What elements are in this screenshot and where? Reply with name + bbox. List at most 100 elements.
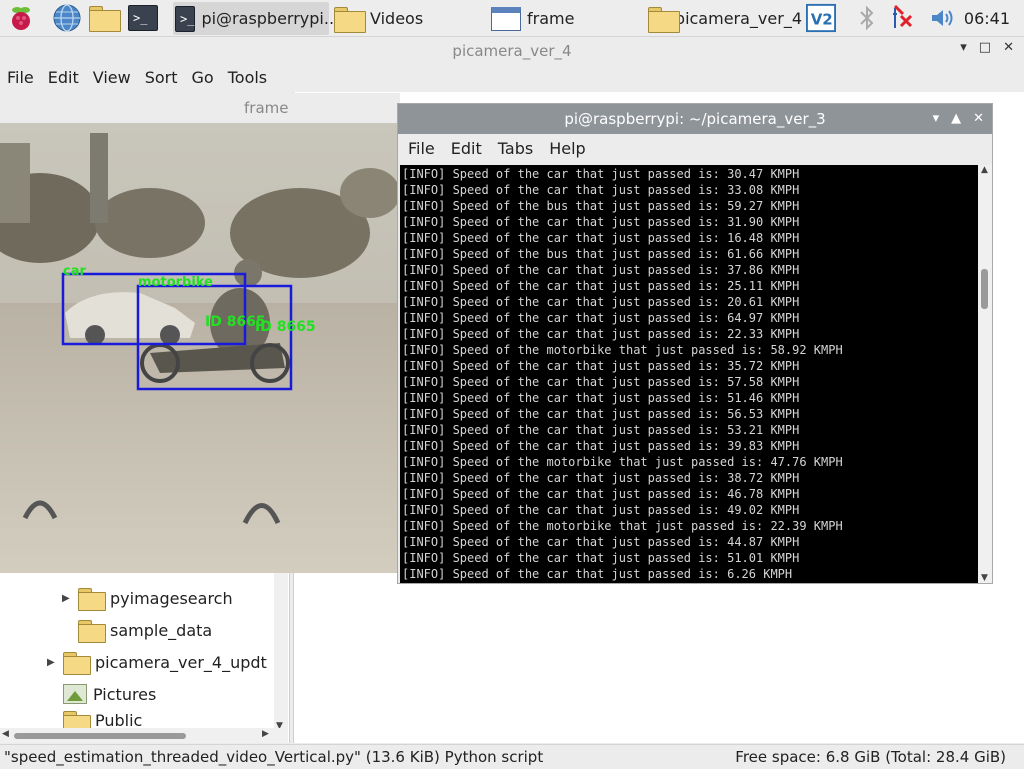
terminal-output[interactable]: [INFO] Speed of the car that just passed… bbox=[400, 165, 978, 583]
folder-icon bbox=[78, 619, 106, 643]
close-icon[interactable]: ✕ bbox=[1003, 40, 1014, 55]
tree-item-label: picamera_ver_4_updt bbox=[95, 652, 267, 672]
web-browser-icon[interactable] bbox=[52, 3, 82, 33]
terminal-line: [INFO] Speed of the car that just passed… bbox=[402, 183, 800, 197]
label-motorbike: motorbike bbox=[138, 275, 213, 290]
terminal-window[interactable]: pi@raspberrypi: ~/picamera_ver_3 ▾ ▲ ✕ F… bbox=[397, 103, 993, 584]
video-frame: car motorbike ID 8665 ID 8665 bbox=[0, 123, 400, 573]
street-scene-image: car motorbike ID 8665 ID 8665 bbox=[0, 123, 400, 573]
status-bar: "speed_estimation_threaded_video_Vertica… bbox=[0, 744, 1024, 768]
pictures-folder-icon bbox=[63, 684, 87, 704]
minimize-icon[interactable]: ▾ bbox=[933, 104, 940, 134]
terminal-line: [INFO] Speed of the car that just passed… bbox=[402, 503, 800, 517]
terminal-line: [INFO] Speed of the motorbike that just … bbox=[402, 455, 843, 469]
task-label: pi@raspberrypi... bbox=[201, 9, 340, 28]
terminal-line: [INFO] Speed of the car that just passed… bbox=[402, 487, 800, 501]
menu-go[interactable]: Go bbox=[192, 65, 214, 91]
terminal-launcher-icon[interactable]: >_ bbox=[128, 3, 158, 33]
maximize-icon[interactable]: ▲ bbox=[951, 104, 961, 134]
terminal-line: [INFO] Speed of the car that just passed… bbox=[402, 359, 800, 373]
raspberry-menu-icon[interactable] bbox=[6, 3, 36, 33]
terminal-line: [INFO] Speed of the car that just passed… bbox=[402, 535, 800, 549]
tree-item-label: Pictures bbox=[93, 684, 157, 704]
scroll-left-icon[interactable]: ◀ bbox=[2, 729, 9, 739]
terminal-line: [INFO] Speed of the car that just passed… bbox=[402, 311, 800, 325]
menu-help[interactable]: Help bbox=[549, 134, 585, 164]
terminal-title-bar[interactable]: pi@raspberrypi: ~/picamera_ver_3 ▾ ▲ ✕ bbox=[398, 104, 992, 134]
terminal-line: [INFO] Speed of the car that just passed… bbox=[402, 375, 800, 389]
terminal-line: [INFO] Speed of the car that just passed… bbox=[402, 215, 800, 229]
maximize-icon[interactable]: □ bbox=[979, 40, 991, 55]
status-file-info: "speed_estimation_threaded_video_Vertica… bbox=[4, 748, 544, 766]
vnc-icon[interactable]: V2 bbox=[806, 3, 836, 33]
terminal-line: [INFO] Speed of the car that just passed… bbox=[402, 279, 800, 293]
scroll-right-icon[interactable]: ▶ bbox=[262, 729, 269, 739]
file-manager-icon[interactable] bbox=[89, 3, 121, 33]
terminal-line: [INFO] Speed of the bus that just passed… bbox=[402, 199, 800, 213]
tree-vertical-scrollbar[interactable]: ▼ bbox=[274, 560, 288, 743]
terminal-icon: >_ bbox=[175, 5, 196, 32]
terminal-line: [INFO] Speed of the car that just passed… bbox=[402, 327, 800, 341]
folder-icon bbox=[78, 587, 106, 611]
scroll-down-icon[interactable]: ▼ bbox=[981, 573, 988, 583]
terminal-line: [INFO] Speed of the car that just passed… bbox=[402, 407, 800, 421]
terminal-line: [INFO] Speed of the bus that just passed… bbox=[402, 247, 800, 261]
tree-item-picamera-ver-4-updt[interactable]: ▶ picamera_ver_4_updt bbox=[47, 647, 267, 677]
menu-tabs[interactable]: Tabs bbox=[498, 134, 533, 164]
directory-tree: ▶ pyimagesearch sample_data ▶ picamera_v… bbox=[0, 560, 290, 743]
terminal-line: [INFO] Speed of the car that just passed… bbox=[402, 551, 800, 565]
menu-sort[interactable]: Sort bbox=[145, 65, 178, 91]
file-manager-menubar: File Edit View Sort Go Tools bbox=[0, 65, 1024, 91]
expand-arrow-icon[interactable]: ▶ bbox=[62, 593, 72, 604]
expand-arrow-icon[interactable]: ▶ bbox=[47, 657, 57, 668]
svg-text:V2: V2 bbox=[811, 11, 833, 29]
terminal-menubar: File Edit Tabs Help bbox=[398, 134, 992, 164]
terminal-line: [INFO] Speed of the motorbike that just … bbox=[402, 519, 843, 533]
volume-icon[interactable] bbox=[928, 3, 958, 33]
scrollbar-thumb[interactable] bbox=[981, 269, 988, 309]
menu-edit[interactable]: Edit bbox=[48, 65, 79, 91]
menu-file[interactable]: File bbox=[408, 134, 435, 164]
menu-edit[interactable]: Edit bbox=[451, 134, 482, 164]
terminal-line: [INFO] Speed of the car that just passed… bbox=[402, 167, 800, 181]
terminal-line: [INFO] Speed of the car that just passed… bbox=[402, 263, 800, 277]
task-frame[interactable]: frame bbox=[489, 2, 639, 35]
folder-icon bbox=[63, 651, 91, 675]
menu-file[interactable]: File bbox=[7, 65, 34, 91]
terminal-line: [INFO] Speed of the car that just passed… bbox=[402, 423, 800, 437]
tree-item-pictures[interactable]: Pictures bbox=[63, 679, 156, 709]
menu-tools[interactable]: Tools bbox=[228, 65, 267, 91]
bluetooth-icon[interactable] bbox=[852, 3, 882, 33]
menu-view[interactable]: View bbox=[93, 65, 131, 91]
tree-horizontal-scrollbar[interactable]: ◀ ▶ bbox=[0, 728, 288, 743]
file-manager-window-controls: ▾ □ ✕ bbox=[960, 40, 1014, 55]
terminal-window-controls: ▾ ▲ ✕ bbox=[933, 104, 984, 134]
task-videos[interactable]: Videos bbox=[332, 2, 482, 35]
task-terminal[interactable]: >_ pi@raspberrypi... bbox=[173, 2, 339, 35]
frame-window-title: frame bbox=[244, 99, 289, 117]
file-manager-title: picamera_ver_4 bbox=[0, 37, 1024, 65]
label-car: car bbox=[63, 264, 86, 279]
taskbar: >_ >_ pi@raspberrypi... Videos frame pic… bbox=[0, 0, 1024, 37]
terminal-line: [INFO] Speed of the car that just passed… bbox=[402, 295, 800, 309]
scrollbar-thumb[interactable] bbox=[14, 733, 186, 739]
terminal-scrollbar[interactable]: ▲ ▼ bbox=[978, 165, 992, 583]
scroll-up-icon[interactable]: ▲ bbox=[981, 165, 988, 175]
terminal-line: [INFO] Speed of the motorbike that just … bbox=[402, 343, 843, 357]
task-picamera[interactable]: picamera_ver_4 bbox=[646, 2, 802, 35]
window-icon bbox=[491, 6, 521, 31]
terminal-line: [INFO] Speed of the car that just passed… bbox=[402, 471, 800, 485]
task-label: frame bbox=[527, 9, 575, 28]
terminal-line: [INFO] Speed of the car that just passed… bbox=[402, 439, 800, 453]
tree-item-pyimagesearch[interactable]: ▶ pyimagesearch bbox=[62, 583, 233, 613]
network-disconnected-icon[interactable] bbox=[890, 3, 920, 33]
folder-icon bbox=[648, 6, 680, 33]
tree-item-label: pyimagesearch bbox=[110, 588, 233, 608]
minimize-icon[interactable]: ▾ bbox=[960, 40, 967, 55]
task-label: picamera_ver_4 bbox=[674, 9, 802, 28]
tree-item-sample-data[interactable]: sample_data bbox=[78, 615, 212, 645]
frame-window[interactable]: frame car motorbike ID 8665 ID 8665 bbox=[0, 93, 400, 573]
folder-icon bbox=[334, 6, 366, 33]
close-icon[interactable]: ✕ bbox=[973, 104, 984, 134]
terminal-line: [INFO] Speed of the car that just passed… bbox=[402, 231, 800, 245]
